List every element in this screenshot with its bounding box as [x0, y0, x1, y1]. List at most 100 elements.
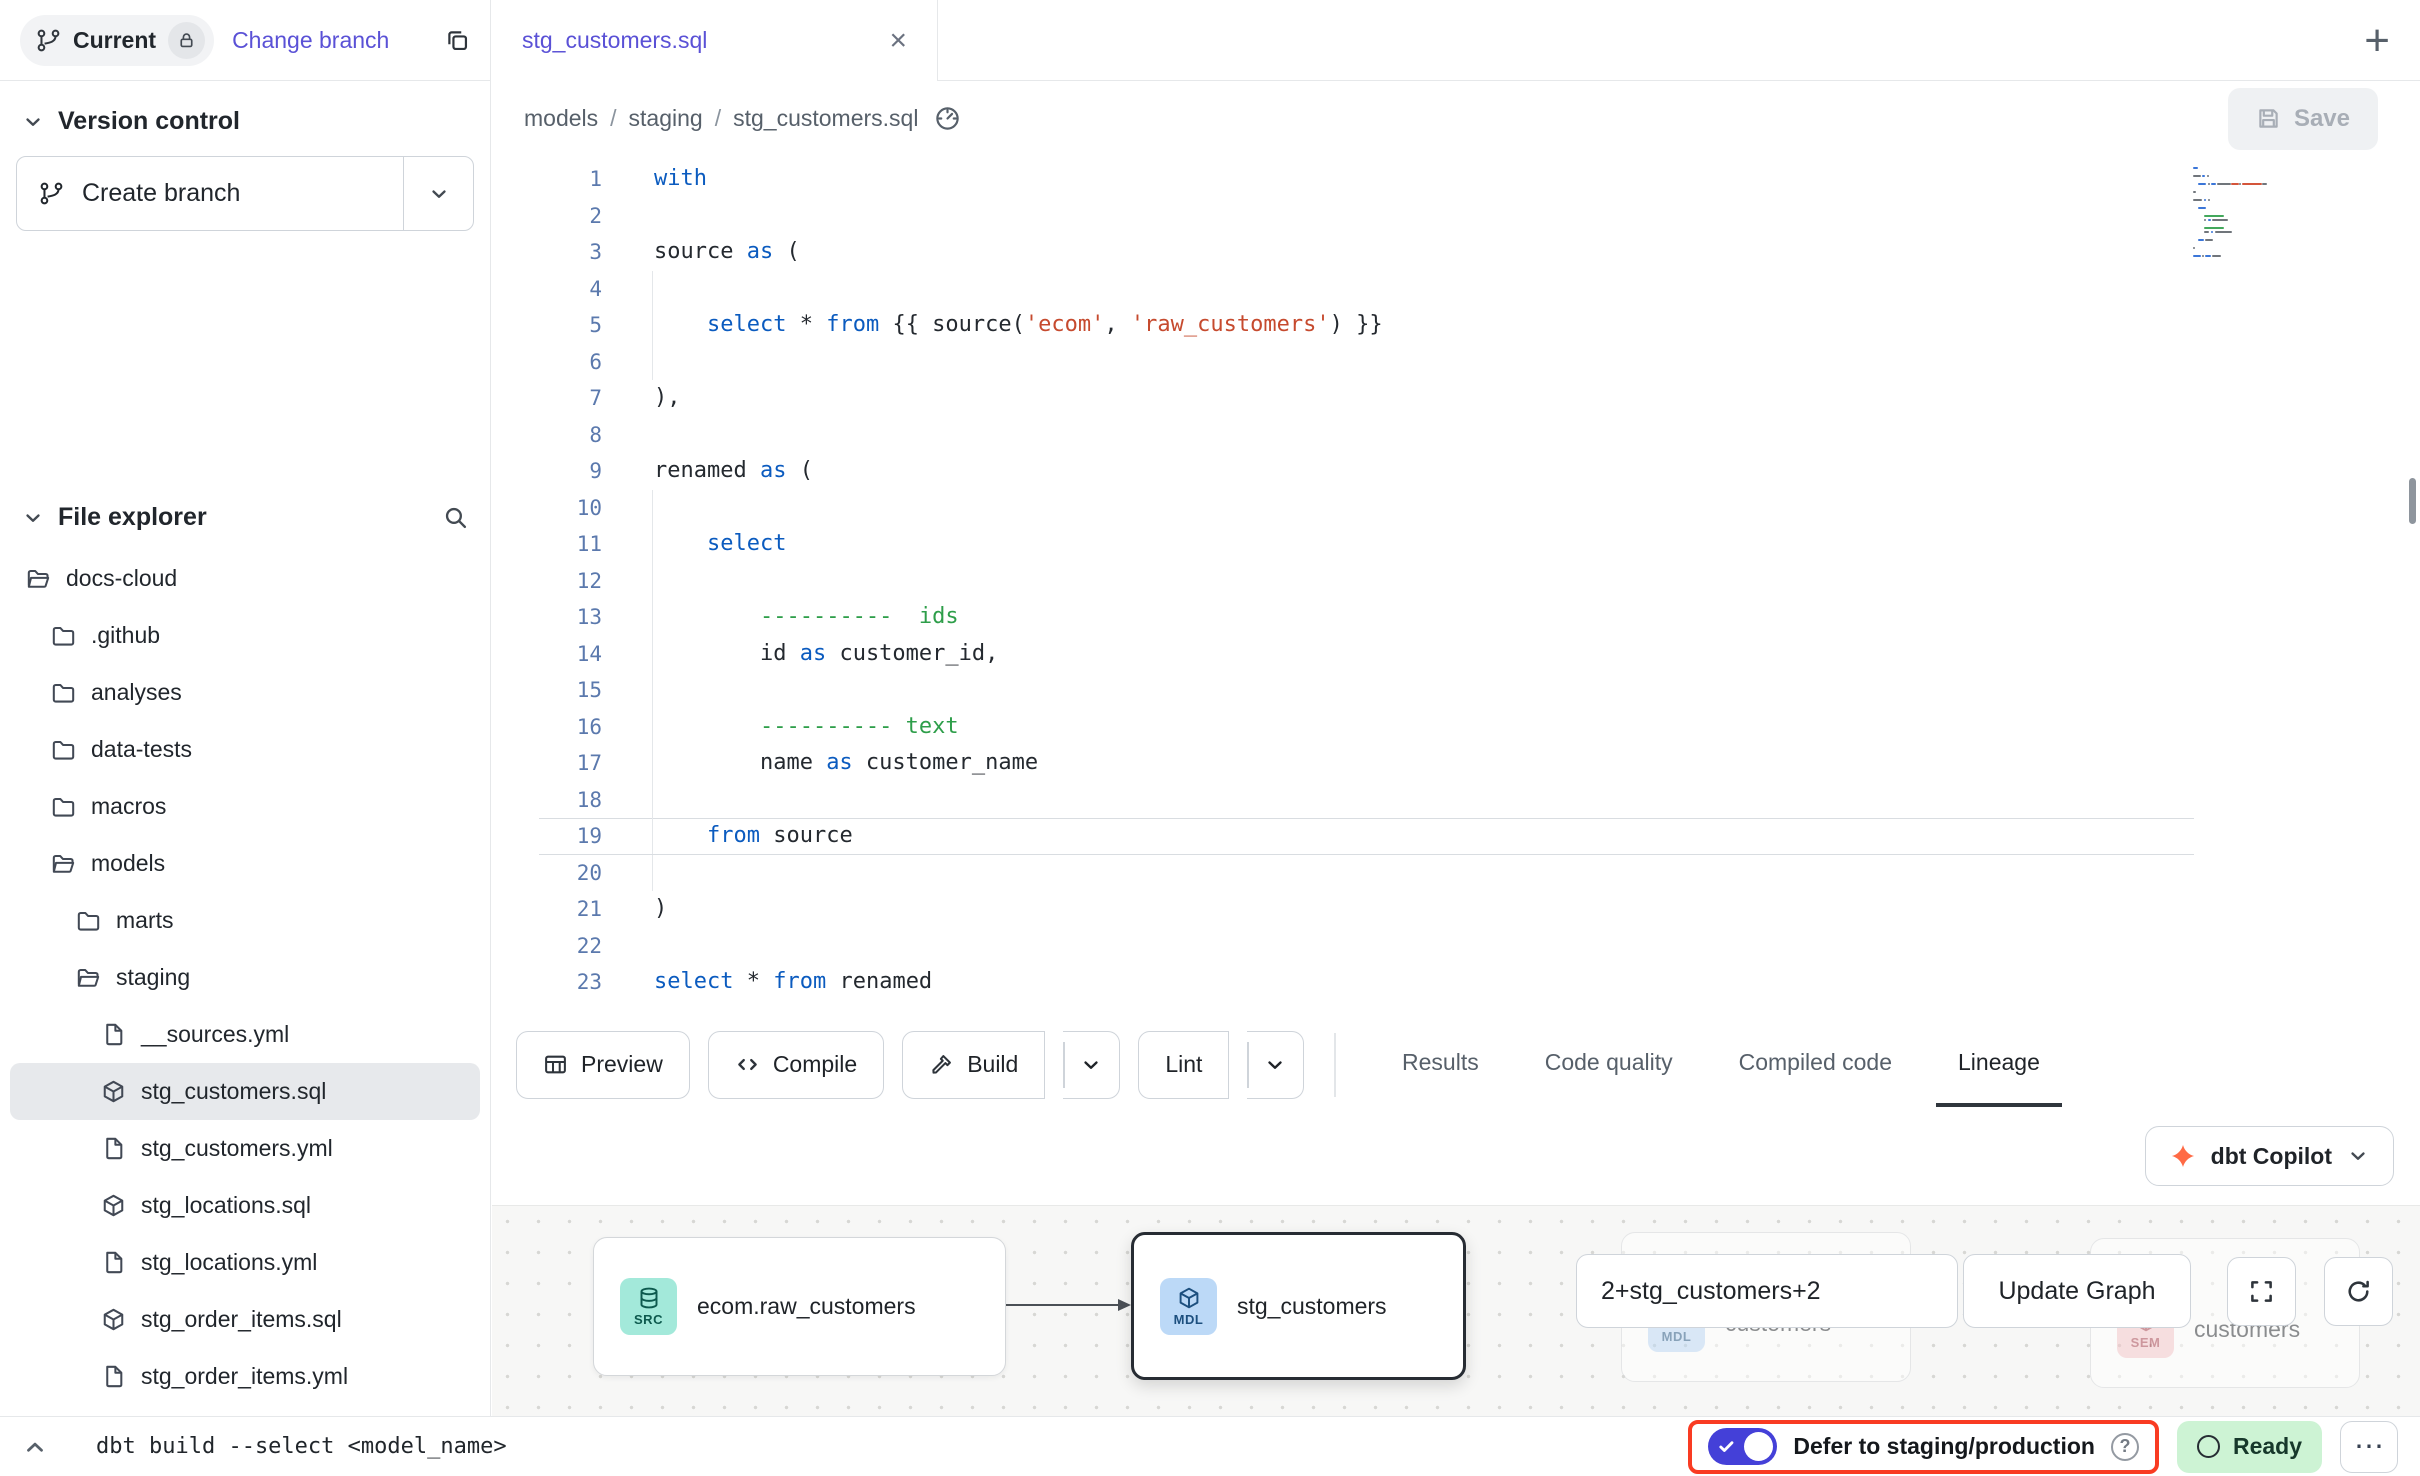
code-line[interactable]: 9renamed as (: [492, 453, 2420, 490]
code-line[interactable]: 11 select: [492, 526, 2420, 563]
tab-stg-customers[interactable]: stg_customers.sql ×: [492, 0, 938, 81]
chevron-up-icon[interactable]: [22, 1434, 48, 1460]
more-options-button[interactable]: ⋯: [2340, 1421, 2398, 1473]
tree-item-stg-customers-sql[interactable]: stg_customers.sql: [10, 1063, 480, 1120]
code-line[interactable]: 17 name as customer_name: [492, 745, 2420, 782]
file-explorer-header[interactable]: File explorer: [0, 477, 490, 546]
dbt-copilot-button[interactable]: dbt Copilot: [2145, 1126, 2394, 1186]
defer-toggle[interactable]: [1708, 1428, 1777, 1465]
cube-icon: [1177, 1286, 1201, 1310]
code-line[interactable]: 15: [492, 672, 2420, 709]
new-tab-button[interactable]: +: [2364, 16, 2390, 66]
tree-item-label: .github: [91, 622, 160, 649]
create-branch-button[interactable]: Create branch: [17, 157, 403, 230]
code-line[interactable]: 10: [492, 490, 2420, 527]
code-line[interactable]: 1with: [492, 161, 2420, 198]
results-tab-results[interactable]: Results: [1380, 1022, 1501, 1107]
results-tab-compiled-code[interactable]: Compiled code: [1717, 1022, 1914, 1107]
line-number: 10: [492, 490, 652, 527]
code-editor[interactable]: 1with23source as (45 select * from {{ so…: [492, 156, 2420, 1022]
compile-button[interactable]: Compile: [708, 1031, 884, 1099]
tree-item-data-tests[interactable]: data-tests: [10, 721, 480, 778]
tree-item-models[interactable]: models: [10, 835, 480, 892]
update-graph-button[interactable]: Update Graph: [1963, 1254, 2191, 1328]
minimap[interactable]: [2193, 166, 2315, 258]
lineage-selector-input[interactable]: 2+stg_customers+2: [1576, 1254, 1958, 1328]
tree-item-macros[interactable]: macros: [10, 778, 480, 835]
code-text: [652, 417, 654, 454]
code-line[interactable]: 18: [492, 782, 2420, 819]
fullscreen-icon: [2248, 1278, 2275, 1305]
gauge-icon[interactable]: [934, 105, 961, 132]
code-text: select: [652, 526, 786, 563]
lint-dropdown-button[interactable]: [1247, 1031, 1304, 1099]
copilot-label: dbt Copilot: [2211, 1143, 2332, 1170]
fullscreen-button[interactable]: [2227, 1257, 2296, 1326]
code-line[interactable]: 23select * from renamed: [492, 964, 2420, 1001]
line-number: 6: [492, 344, 652, 381]
code-line[interactable]: 22: [492, 928, 2420, 965]
copy-icon[interactable]: [445, 28, 470, 53]
command-input[interactable]: dbt build --select <model_name>: [96, 1434, 507, 1459]
code-line[interactable]: 19 from source: [492, 818, 2420, 855]
lineage-canvas[interactable]: SRC ecom.raw_customers MDL stg_customers…: [492, 1205, 2420, 1416]
status-badge[interactable]: Ready: [2177, 1421, 2322, 1473]
code-line[interactable]: 8: [492, 417, 2420, 454]
version-control-header[interactable]: Version control: [0, 81, 490, 150]
tree-item-stg-locations-sql[interactable]: stg_locations.sql: [10, 1177, 480, 1234]
code-line[interactable]: 12: [492, 563, 2420, 600]
results-tab-code-quality[interactable]: Code quality: [1523, 1022, 1695, 1107]
chevron-down-icon: [22, 111, 44, 133]
code-line[interactable]: 2: [492, 198, 2420, 235]
code-line[interactable]: 20: [492, 855, 2420, 892]
lineage-node-source[interactable]: SRC ecom.raw_customers: [593, 1237, 1006, 1376]
code-line[interactable]: 13 ---------- ids: [492, 599, 2420, 636]
create-branch-dropdown-button[interactable]: [403, 157, 473, 230]
code-line[interactable]: 3source as (: [492, 234, 2420, 271]
code-line[interactable]: 4: [492, 271, 2420, 308]
code-text: [652, 490, 654, 527]
search-icon[interactable]: [443, 505, 468, 530]
current-branch-pill[interactable]: Current: [20, 15, 214, 66]
breadcrumb-item[interactable]: staging: [629, 105, 703, 132]
help-icon[interactable]: ?: [2111, 1433, 2139, 1461]
folder-open-icon: [51, 851, 76, 876]
change-branch-link[interactable]: Change branch: [232, 27, 389, 54]
breadcrumb-item[interactable]: models: [524, 105, 598, 132]
build-button[interactable]: Build: [902, 1031, 1045, 1099]
tree-item-stg-order-items-yml[interactable]: stg_order_items.yml: [10, 1348, 480, 1405]
code-line[interactable]: 5 select * from {{ source('ecom', 'raw_c…: [492, 307, 2420, 344]
code-line[interactable]: 14 id as customer_id,: [492, 636, 2420, 673]
lint-button[interactable]: Lint: [1138, 1031, 1229, 1099]
tree-item-label: stg_customers.sql: [141, 1078, 326, 1105]
scrollbar-thumb[interactable]: [2409, 478, 2416, 524]
code-line[interactable]: 16 ---------- text: [492, 709, 2420, 746]
close-icon[interactable]: ×: [889, 26, 907, 56]
code-line[interactable]: 21): [492, 891, 2420, 928]
tree-item-staging[interactable]: staging: [10, 949, 480, 1006]
code-line[interactable]: 6: [492, 344, 2420, 381]
tree-item-marts[interactable]: marts: [10, 892, 480, 949]
preview-button[interactable]: Preview: [516, 1031, 690, 1099]
lineage-node-stg-customers[interactable]: MDL stg_customers: [1131, 1232, 1466, 1380]
tree-item-docs-cloud[interactable]: docs-cloud: [10, 550, 480, 607]
tree-item-stg-customers-yml[interactable]: stg_customers.yml: [10, 1120, 480, 1177]
refresh-button[interactable]: [2324, 1257, 2393, 1326]
tree-item-stg-locations-yml[interactable]: stg_locations.yml: [10, 1234, 480, 1291]
code-line[interactable]: 7),: [492, 380, 2420, 417]
code-text: [652, 782, 654, 819]
tree-item-stg-order-items-sql[interactable]: stg_order_items.sql: [10, 1291, 480, 1348]
folder-icon: [51, 737, 76, 762]
lineage-edge: [1004, 1295, 1134, 1315]
build-dropdown-button[interactable]: [1063, 1031, 1120, 1099]
line-number: 12: [492, 563, 652, 600]
results-tab-lineage[interactable]: Lineage: [1936, 1022, 2062, 1107]
model-badge-label: MDL: [1662, 1329, 1692, 1344]
tree-item-analyses[interactable]: analyses: [10, 664, 480, 721]
file-icon: [101, 1022, 126, 1047]
code-text: name as customer_name: [652, 745, 1038, 782]
tree-item--github[interactable]: .github: [10, 607, 480, 664]
breadcrumb-item[interactable]: stg_customers.sql: [733, 105, 918, 132]
save-button[interactable]: Save: [2228, 88, 2378, 150]
tree-item--sources-yml[interactable]: __sources.yml: [10, 1006, 480, 1063]
